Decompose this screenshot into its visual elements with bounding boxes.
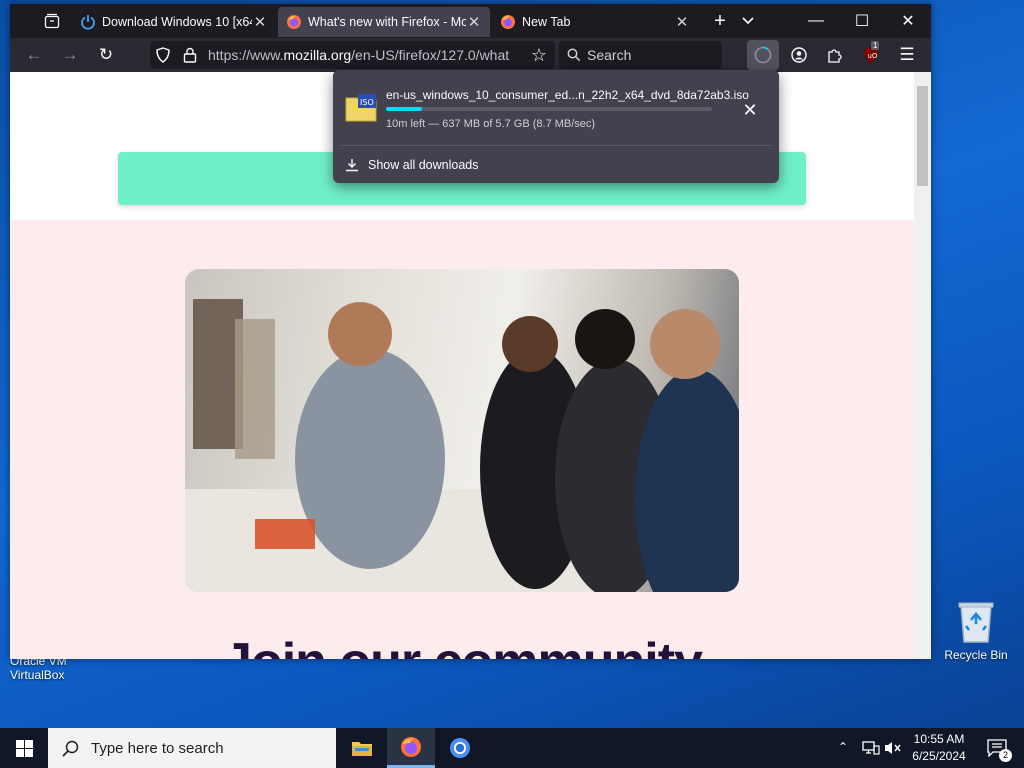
tab-new-tab[interactable]: New Tab ✕ bbox=[492, 7, 698, 37]
lock-icon[interactable] bbox=[183, 47, 197, 63]
hamburger-menu-icon[interactable]: ☰ bbox=[893, 41, 921, 69]
recycle-bin-label: Recycle Bin bbox=[944, 648, 1008, 662]
windows-taskbar: Type here to search ⌃ 10:55 AM 6/25/2024… bbox=[0, 728, 1024, 768]
download-progress-bar bbox=[386, 107, 712, 111]
show-all-downloads-button[interactable]: Show all downloads bbox=[345, 154, 479, 176]
firefox-taskbar-button[interactable] bbox=[387, 728, 435, 768]
list-all-tabs-chevron-icon[interactable] bbox=[730, 4, 766, 38]
cancel-download-close-icon[interactable]: ✕ bbox=[738, 98, 762, 122]
start-button[interactable] bbox=[0, 728, 48, 768]
tab-title: Download Windows 10 [x64/ bbox=[102, 15, 252, 29]
taskbar-search-placeholder: Type here to search bbox=[91, 739, 224, 757]
navigation-toolbar: ← → ↻ https://www.mozilla.org/en-US/fire… bbox=[10, 38, 931, 72]
account-icon[interactable] bbox=[785, 41, 813, 69]
tab-download-windows[interactable]: Download Windows 10 [x64/ ✕ bbox=[72, 7, 276, 37]
team-meeting-photo bbox=[185, 269, 739, 592]
windows-logo-icon bbox=[15, 739, 33, 757]
extensions-puzzle-icon[interactable] bbox=[821, 41, 849, 69]
firefox-view-icon bbox=[44, 13, 60, 29]
tab-close-icon[interactable]: ✕ bbox=[674, 13, 690, 31]
firefox-view-button[interactable] bbox=[34, 4, 70, 38]
show-hidden-icons-chevron-icon[interactable]: ⌃ bbox=[838, 740, 848, 754]
back-arrow-icon[interactable]: ← bbox=[20, 41, 48, 69]
clock-time: 10:55 AM bbox=[913, 732, 965, 746]
vbox-label-line2: VirtualBox bbox=[10, 668, 65, 682]
extension-badge: 1 bbox=[871, 41, 880, 50]
show-all-downloads-label: Show all downloads bbox=[368, 158, 479, 172]
shield-icon[interactable] bbox=[155, 47, 171, 63]
download-status: 10m left — 637 MB of 5.7 GB (8.7 MB/sec) bbox=[386, 118, 596, 130]
forward-arrow-icon[interactable]: → bbox=[56, 41, 84, 69]
url-text[interactable]: https://www.mozilla.org/en-US/firefox/12… bbox=[208, 47, 513, 63]
reload-icon[interactable]: ↻ bbox=[92, 41, 120, 69]
svg-text:uO: uO bbox=[868, 52, 878, 60]
iso-file-icon: ISO bbox=[345, 94, 377, 122]
power-icon bbox=[81, 15, 95, 30]
firefox-logo-icon bbox=[501, 15, 515, 29]
bookmark-star-icon[interactable]: ☆ bbox=[527, 43, 551, 67]
file-explorer-taskbar-button[interactable] bbox=[338, 728, 386, 768]
download-arrow-icon bbox=[346, 159, 358, 172]
taskbar-clock[interactable]: 10:55 AM 6/25/2024 bbox=[898, 731, 980, 765]
tab-close-icon[interactable]: ✕ bbox=[252, 13, 268, 31]
maximize-icon[interactable]: ☐ bbox=[839, 4, 885, 38]
tab-bar: Download Windows 10 [x64/ ✕ What's new w… bbox=[10, 4, 931, 38]
tab-whats-new-firefox[interactable]: What's new with Firefox - Mo ✕ bbox=[278, 7, 490, 37]
download-progress-fill bbox=[386, 107, 422, 111]
url-bar[interactable]: https://www.mozilla.org/en-US/firefox/12… bbox=[150, 41, 555, 69]
notification-count-badge: 2 bbox=[999, 749, 1012, 762]
taskbar-search-box[interactable]: Type here to search bbox=[48, 728, 336, 768]
scrollbar-thumb[interactable] bbox=[917, 86, 928, 186]
firefox-logo-icon bbox=[287, 15, 301, 29]
downloads-button[interactable] bbox=[747, 40, 779, 70]
chromium-icon bbox=[450, 738, 470, 758]
tab-close-icon[interactable]: ✕ bbox=[466, 13, 482, 31]
recycle-bin-desktop-icon[interactable]: Recycle Bin bbox=[940, 600, 1012, 662]
downloads-progress-icon bbox=[754, 46, 772, 64]
recycle-bin-icon bbox=[957, 600, 995, 644]
download-filename[interactable]: en-us_windows_10_consumer_ed...n_22h2_x6… bbox=[386, 88, 749, 102]
community-heading: Join our community bbox=[10, 632, 915, 659]
firefox-logo-icon bbox=[401, 736, 421, 757]
search-icon bbox=[62, 740, 79, 757]
tab-title: New Tab bbox=[522, 15, 571, 29]
chromium-taskbar-button[interactable] bbox=[436, 728, 484, 768]
folder-icon bbox=[352, 742, 372, 756]
close-window-icon[interactable]: ✕ bbox=[885, 4, 931, 38]
downloads-panel: ISO en-us_windows_10_consumer_ed...n_22h… bbox=[333, 70, 779, 183]
search-bar[interactable]: Search bbox=[559, 41, 722, 69]
action-center-button[interactable]: 2 bbox=[982, 728, 1012, 768]
search-placeholder: Search bbox=[587, 47, 632, 63]
search-icon bbox=[567, 48, 581, 62]
page-scrollbar[interactable] bbox=[914, 72, 931, 659]
svg-text:ISO: ISO bbox=[360, 98, 374, 107]
clock-date: 6/25/2024 bbox=[912, 749, 966, 763]
ublock-origin-icon[interactable]: uO 1 bbox=[857, 41, 885, 69]
downloads-divider bbox=[341, 145, 771, 146]
tab-title: What's new with Firefox - Mo bbox=[308, 15, 466, 29]
minimize-icon[interactable]: — bbox=[793, 4, 839, 38]
network-icon[interactable] bbox=[862, 740, 880, 756]
